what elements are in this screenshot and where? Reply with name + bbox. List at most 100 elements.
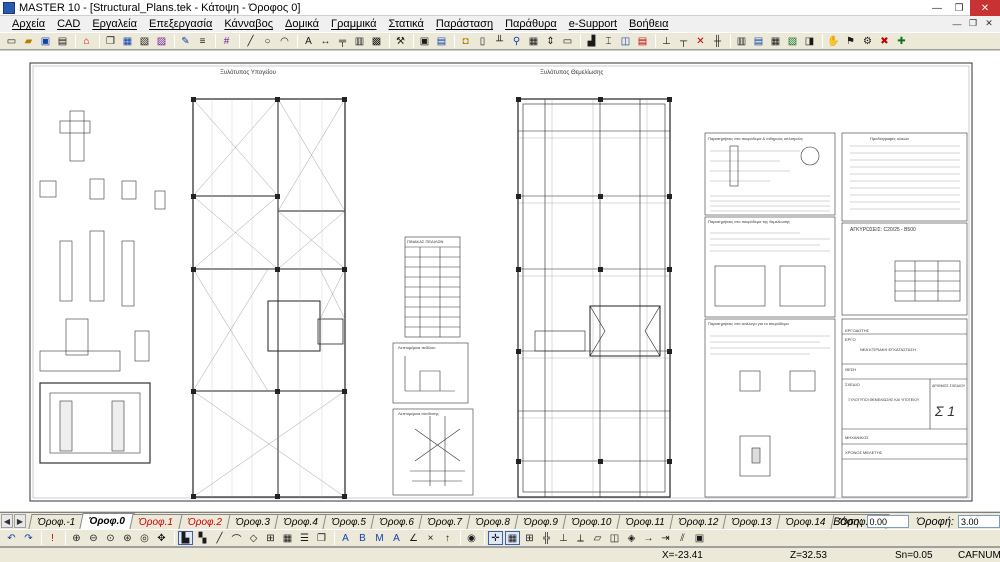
pile-icon[interactable]: ╫ (710, 34, 725, 48)
photo-icon[interactable]: ▤ (434, 34, 449, 48)
menu-display[interactable]: Παράσταση (430, 18, 499, 30)
snap-ext-icon[interactable]: ⇥ (658, 531, 673, 545)
menu-files[interactable]: Αρχεία (6, 18, 51, 30)
undo-icon[interactable]: ↶ (4, 531, 19, 545)
floor-tab[interactable]: Όροφ.11 (616, 514, 675, 529)
menu-cad[interactable]: CAD (51, 18, 86, 30)
redo-icon[interactable]: ↷ (21, 531, 36, 545)
view-icon[interactable]: ▣ (417, 34, 432, 48)
tab-scroll-right-icon[interactable]: ▶ (14, 514, 26, 528)
dimension-icon[interactable]: ↔ (318, 34, 333, 48)
polar-icon[interactable]: ⌒ (229, 531, 244, 546)
zoom-extents-icon[interactable]: ⊛ (120, 531, 135, 545)
mdi-close-button[interactable]: ✕ (982, 17, 996, 30)
menu-grid[interactable]: Κάνναβος (218, 18, 279, 30)
stair-icon[interactable]: ▟ (584, 34, 599, 48)
snap-off-icon[interactable]: ▣ (692, 531, 707, 545)
text-a-icon[interactable]: A (338, 531, 353, 545)
menu-esupport[interactable]: e-Support (563, 18, 623, 30)
frame-icon[interactable]: ▤ (635, 34, 650, 48)
elevator-icon[interactable]: ⇕ (543, 34, 558, 48)
list-icon[interactable]: ☰ (297, 531, 312, 545)
area-a-icon[interactable]: A (389, 531, 404, 545)
snap-end-icon[interactable]: ▦ (505, 531, 520, 545)
ortho-icon[interactable]: ╱ (212, 531, 227, 545)
calc-icon[interactable]: ▭ (560, 34, 575, 48)
delete-icon[interactable]: ✖ (877, 34, 892, 48)
floor-tab[interactable]: Όροφ.-1 (28, 514, 86, 529)
snap-icon[interactable]: ▚ (195, 531, 210, 545)
steel-icon[interactable]: ⌶ (601, 34, 616, 48)
base-input[interactable] (866, 515, 909, 528)
new-icon[interactable]: ▭ (4, 34, 19, 48)
menu-help[interactable]: Βοήθεια (623, 18, 674, 30)
footing-icon[interactable]: ╨ (492, 34, 507, 48)
mode-m-icon[interactable]: M (372, 531, 387, 545)
minimize-button[interactable]: — (926, 0, 948, 16)
floor-tab[interactable]: Όροφ.7 (418, 514, 472, 529)
tab-scroll-left-icon[interactable]: ◀ (1, 514, 13, 528)
circle-icon[interactable]: ○ (260, 34, 275, 48)
layer-icon[interactable]: ▙ (178, 531, 193, 545)
floor-tab[interactable]: Όροφ.6 (370, 514, 424, 529)
snap-quad-icon[interactable]: ◈ (624, 531, 639, 545)
menu-static[interactable]: Στατικά (383, 18, 430, 30)
snap-perp-icon[interactable]: ⊥ (556, 531, 571, 545)
menu-linear[interactable]: Γραμμικά (325, 18, 383, 30)
text-icon[interactable]: A (301, 34, 316, 48)
zoom-in-icon[interactable]: ⊕ (69, 531, 84, 545)
node-icon[interactable]: ◘ (458, 34, 473, 48)
mdi-minimize-button[interactable]: — (950, 17, 964, 30)
beam-b-icon[interactable]: B (355, 531, 370, 545)
angle-icon[interactable]: ∠ (406, 531, 421, 545)
grid-icon[interactable]: # (219, 34, 234, 48)
hand-icon[interactable]: ✋ (826, 34, 841, 48)
slab-icon[interactable]: ▥ (352, 34, 367, 48)
snap-int-icon[interactable]: ╬ (539, 531, 554, 545)
zoom-out-icon[interactable]: ⊖ (86, 531, 101, 545)
menu-tools[interactable]: Εργαλεία (86, 18, 143, 30)
floor-input[interactable] (958, 515, 1000, 528)
floor-tab[interactable]: Όροφ.4 (274, 514, 328, 529)
floor-tab[interactable]: Όροφ.1 (129, 514, 184, 529)
export-icon[interactable]: ▨ (154, 34, 169, 48)
copy-icon[interactable]: ❐ (103, 34, 118, 48)
pan-icon[interactable]: ✥ (154, 531, 169, 545)
cross-icon[interactable]: × (423, 531, 438, 545)
pencil-icon[interactable]: ✎ (178, 34, 193, 48)
snap-par-icon[interactable]: ⫽ (675, 531, 690, 545)
floor-tab[interactable]: Όροφ.5 (322, 514, 376, 529)
snap-mid-icon[interactable]: ⊞ (522, 531, 537, 545)
menu-structural[interactable]: Δομικά (279, 18, 325, 30)
snap-tan-icon[interactable]: ⟂ (573, 531, 588, 545)
open-icon[interactable]: ▰ (21, 34, 36, 48)
arrow-icon[interactable]: ↑ (440, 531, 455, 545)
crosshair-icon[interactable]: ✛ (488, 531, 503, 545)
section-icon[interactable]: ⊥ (659, 34, 674, 48)
check-icon[interactable]: ✚ (894, 34, 909, 48)
wall-icon[interactable]: ▧ (785, 34, 800, 48)
detail-icon[interactable]: ▥ (734, 34, 749, 48)
door-icon[interactable]: ◨ (802, 34, 817, 48)
floor-tab[interactable]: Όροφ.2 (177, 514, 232, 529)
table-icon[interactable]: ▦ (526, 34, 541, 48)
save-icon[interactable]: ▣ (38, 34, 53, 48)
floor-tab[interactable]: Όροφ.8 (466, 514, 520, 529)
menu-windows[interactable]: Παράθυρα (499, 18, 563, 30)
snap-near-icon[interactable]: ▱ (590, 531, 605, 545)
report-icon[interactable]: ▤ (751, 34, 766, 48)
zoom-icon[interactable]: ⚙ (860, 34, 875, 48)
stop-icon[interactable]: ! (45, 531, 60, 545)
osnap-icon[interactable]: ◇ (246, 531, 261, 545)
grid-snap-icon[interactable]: ⊞ (263, 531, 278, 545)
column-icon[interactable]: ▯ (475, 34, 490, 48)
drawing-canvas[interactable]: Ξυλότυπος Υπογείου ΠΙΝΑΚΑΣ ΠΕΔΙΛΩΝ Λεπτο… (0, 51, 1000, 511)
print-icon[interactable]: ▤ (55, 34, 70, 48)
tools-icon[interactable]: ⚒ (393, 34, 408, 48)
floor-tab[interactable]: Όροφ.9 (514, 514, 568, 529)
floor-tab[interactable]: Όροφ.3 (225, 514, 280, 529)
rebar-icon[interactable]: ┬ (676, 34, 691, 48)
snap-cen-icon[interactable]: ◫ (607, 531, 622, 545)
floor-tab[interactable]: Όροφ.10 (562, 514, 622, 529)
load-icon[interactable]: ⚲ (509, 34, 524, 48)
